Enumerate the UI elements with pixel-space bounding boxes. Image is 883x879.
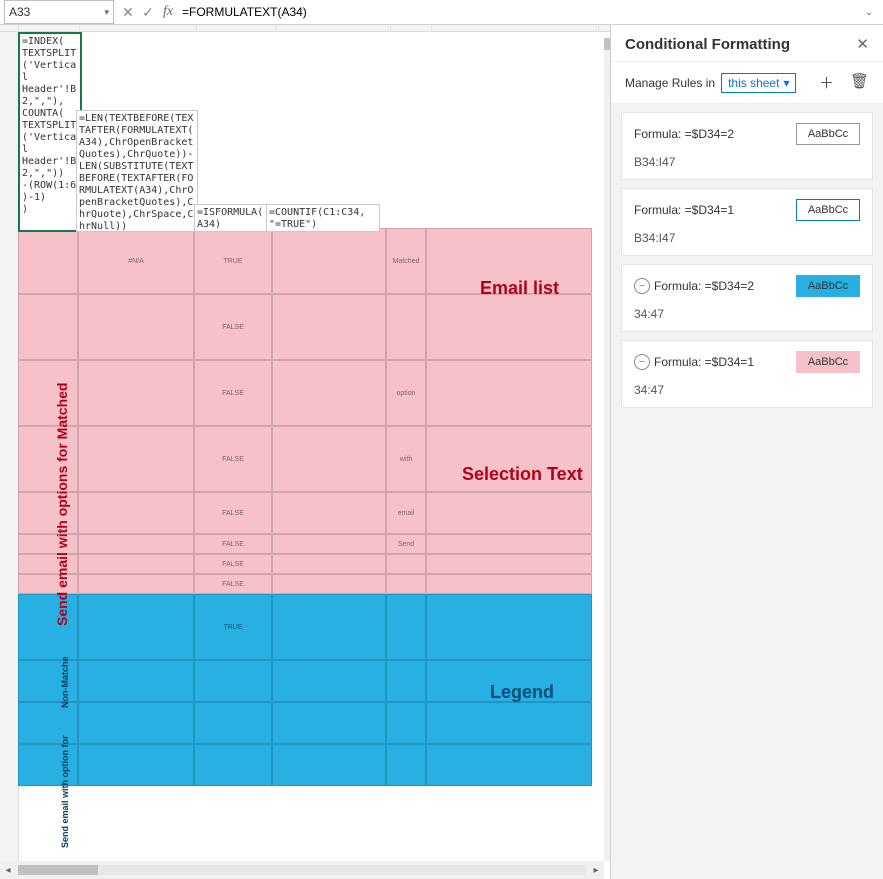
vertical-header-send-blue: Send email with option for bbox=[60, 718, 70, 848]
rule-formula: Formula: =$D34=2 bbox=[634, 127, 788, 141]
add-rule-icon[interactable]: ＋ bbox=[819, 72, 834, 93]
scope-select[interactable]: this sheet ▾ bbox=[721, 73, 796, 93]
stop-if-true-icon[interactable]: − bbox=[634, 278, 650, 294]
cf-rule[interactable]: Formula: =$D34=1 AaBbCc B34:I47 bbox=[621, 188, 873, 256]
label-selection-text: Selection Text bbox=[462, 464, 583, 485]
worksheet[interactable]: =INDEX( TEXTSPLIT ('Vertica l Header'!B … bbox=[0, 25, 611, 879]
rule-range: 34:47 bbox=[634, 383, 860, 397]
rule-range: 34:47 bbox=[634, 307, 860, 321]
cell-c33[interactable]: =ISFORMULA( A34) bbox=[194, 204, 270, 232]
scroll-left-icon[interactable]: ◂ bbox=[0, 865, 16, 876]
conditional-formatting-panel: Conditional Formatting ✕ Manage Rules in… bbox=[611, 25, 883, 879]
expand-formula-bar-icon[interactable]: ⌄ bbox=[861, 7, 883, 18]
delete-rule-icon[interactable]: 🗑 bbox=[850, 72, 869, 93]
scroll-right-icon[interactable]: ▸ bbox=[588, 865, 604, 876]
scope-value: this sheet bbox=[728, 76, 779, 90]
chevron-down-icon: ▾ bbox=[104, 7, 109, 18]
accept-formula-icon[interactable]: ✓ bbox=[138, 4, 158, 21]
cell-a33[interactable]: =INDEX( TEXTSPLIT ('Vertica l Header'!B … bbox=[18, 32, 82, 232]
label-legend: Legend bbox=[490, 682, 554, 703]
stop-if-true-icon[interactable]: − bbox=[634, 354, 650, 370]
format-preview: AaBbCc bbox=[796, 351, 860, 373]
column-headers bbox=[0, 25, 610, 32]
format-preview: AaBbCc bbox=[796, 123, 860, 145]
rule-formula: Formula: =$D34=1 bbox=[634, 203, 788, 217]
close-icon[interactable]: ✕ bbox=[856, 35, 869, 53]
cancel-formula-icon[interactable]: ✕ bbox=[118, 4, 138, 21]
cf-rule[interactable]: Formula: =$D34=2 AaBbCc B34:I47 bbox=[621, 112, 873, 180]
manage-rules-label: Manage Rules in bbox=[625, 76, 715, 90]
label-email-list: Email list bbox=[480, 278, 559, 299]
rules-list: Formula: =$D34=2AaBbCcB34:I47Formula: =$… bbox=[611, 104, 883, 416]
scrollbar-thumb[interactable] bbox=[18, 865, 98, 875]
cell-b33[interactable]: =LEN(TEXTBEFORE(TEX TAFTER(FORMULATEXT( … bbox=[76, 110, 198, 232]
cf-rule[interactable]: −Formula: =$D34=1 AaBbCc 34:47 bbox=[621, 340, 873, 408]
name-box-value: A33 bbox=[9, 5, 30, 19]
vertical-scrollbar[interactable] bbox=[604, 38, 610, 861]
cell-d33[interactable]: =COUNTIF(C1:C34, "=TRUE") bbox=[266, 204, 380, 232]
chevron-down-icon: ▾ bbox=[783, 76, 789, 90]
fx-icon[interactable]: fx bbox=[158, 4, 178, 20]
panel-title: Conditional Formatting bbox=[625, 36, 790, 53]
rule-range: B34:I47 bbox=[634, 231, 860, 245]
formula-input[interactable] bbox=[178, 0, 861, 24]
rule-formula: Formula: =$D34=2 bbox=[654, 279, 788, 293]
rule-range: B34:I47 bbox=[634, 155, 860, 169]
horizontal-scrollbar[interactable]: ◂ ▸ bbox=[0, 861, 604, 879]
format-preview: AaBbCc bbox=[796, 199, 860, 221]
name-box[interactable]: A33 ▾ bbox=[4, 0, 114, 24]
vertical-header-matched: Send email with options for Matched bbox=[54, 246, 70, 626]
vertical-header-nonmatched: Non-Matche bbox=[60, 648, 70, 708]
formula-bar: A33 ▾ ✕ ✓ fx ⌄ bbox=[0, 0, 883, 25]
rule-formula: Formula: =$D34=1 bbox=[654, 355, 788, 369]
format-preview: AaBbCc bbox=[796, 275, 860, 297]
scrollbar-thumb[interactable] bbox=[604, 38, 610, 50]
row-headers bbox=[0, 32, 19, 879]
cf-rule[interactable]: −Formula: =$D34=2 AaBbCc 34:47 bbox=[621, 264, 873, 332]
